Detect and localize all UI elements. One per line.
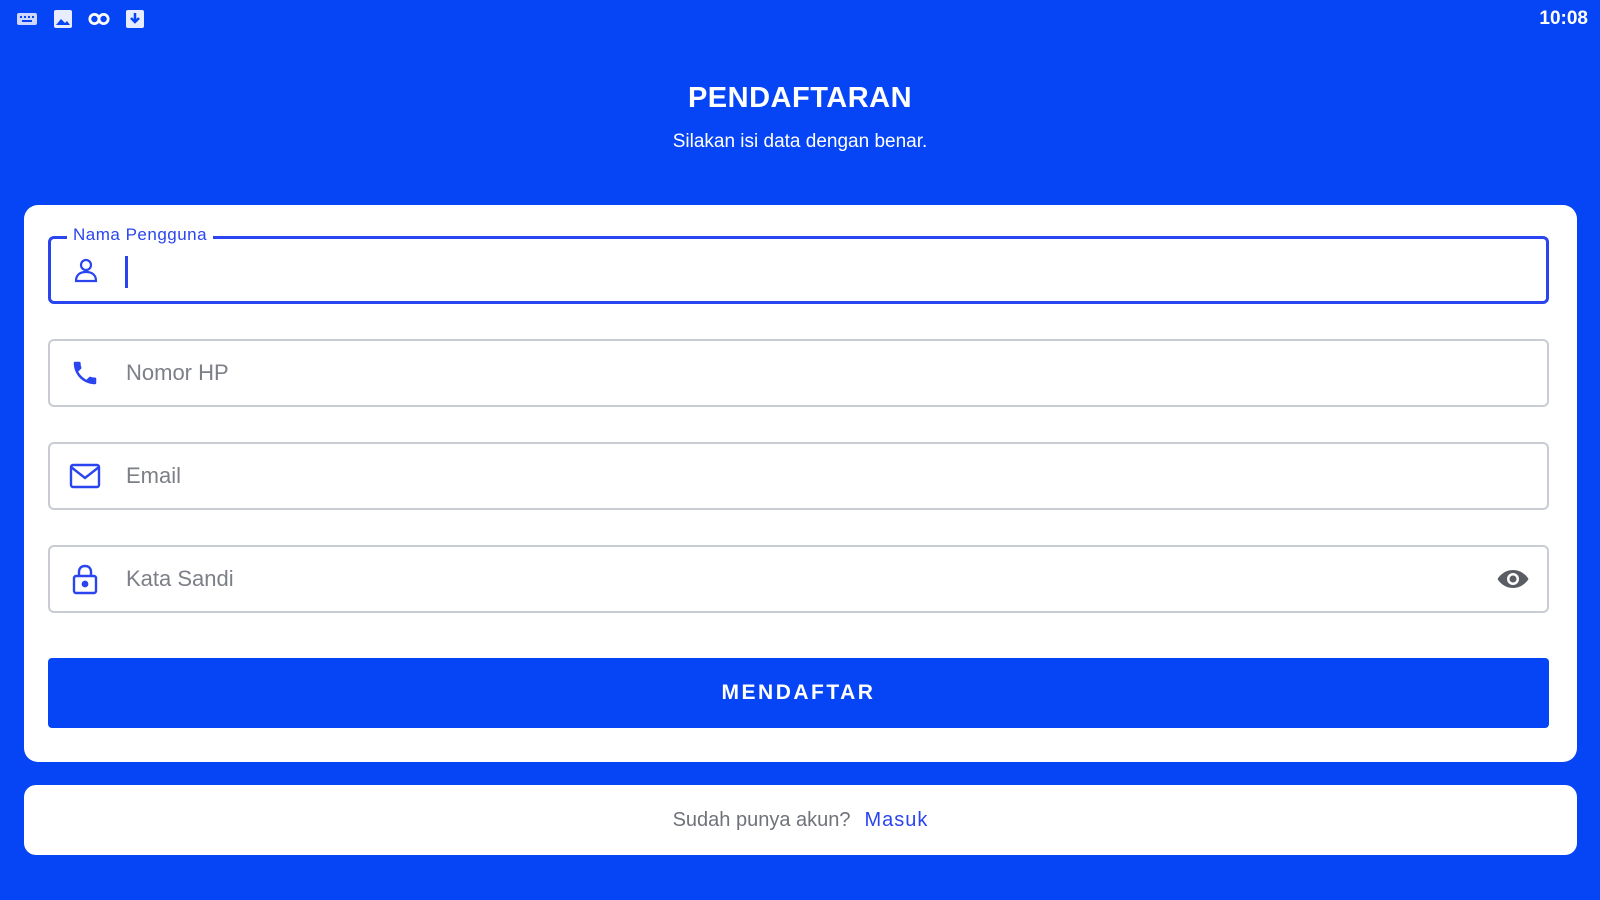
- status-time: 10:08: [1539, 8, 1588, 29]
- phone-icon: [68, 356, 102, 390]
- registration-card: Nama Pengguna Nomor HP Email Kata Sandi …: [24, 205, 1577, 762]
- image-icon: [52, 9, 74, 29]
- page-subtitle: Silakan isi data dengan benar.: [672, 131, 928, 152]
- link-icon: [88, 9, 110, 29]
- status-bar: 10:08: [0, 0, 1600, 38]
- lock-icon: [68, 562, 102, 596]
- text-caret: [125, 256, 128, 288]
- email-field[interactable]: Email: [48, 442, 1549, 510]
- page-title: PENDAFTARAN: [687, 82, 913, 114]
- download-icon: [124, 9, 146, 29]
- login-link[interactable]: Masuk: [865, 809, 929, 832]
- status-bar-icons: [16, 9, 146, 29]
- email-placeholder: Email: [126, 463, 182, 488]
- login-prompt-text: Sudah punya akun?: [672, 808, 851, 831]
- person-icon: [69, 253, 103, 287]
- username-field[interactable]: Nama Pengguna: [48, 225, 1549, 304]
- password-field[interactable]: Kata Sandi: [48, 545, 1549, 613]
- keyboard-icon: [16, 9, 38, 29]
- phone-placeholder: Nomor HP: [126, 360, 229, 385]
- password-placeholder: Kata Sandi: [126, 566, 234, 591]
- register-button[interactable]: MENDAFTAR: [48, 658, 1549, 728]
- phone-field[interactable]: Nomor HP: [48, 339, 1549, 407]
- page-header: PENDAFTARAN Silakan isi data dengan bena…: [0, 82, 1600, 153]
- mail-icon: [68, 459, 102, 493]
- login-prompt-card: Sudah punya akun? Masuk: [24, 785, 1577, 855]
- eye-icon[interactable]: [1495, 561, 1531, 597]
- username-label: Nama Pengguna: [67, 225, 214, 245]
